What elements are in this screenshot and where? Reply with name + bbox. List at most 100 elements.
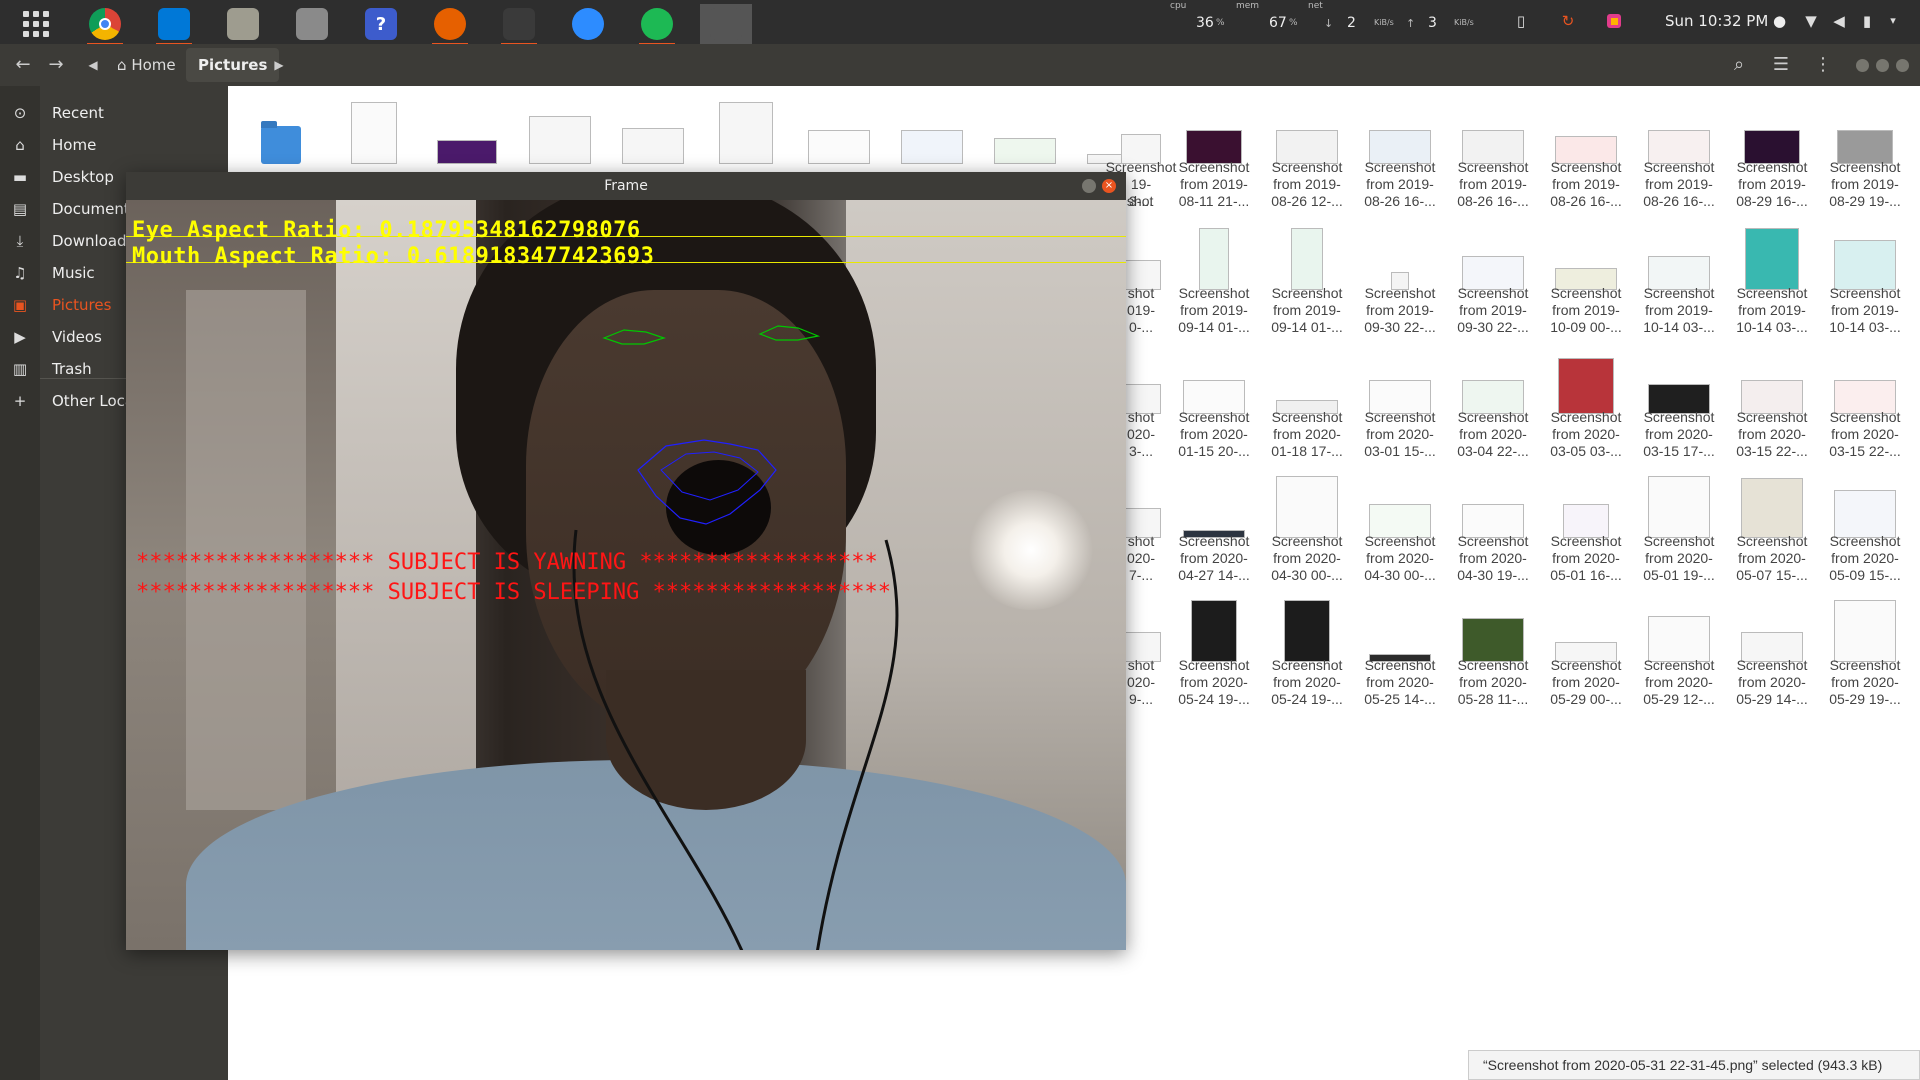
file-name-line: from 2019- (1552, 302, 1620, 318)
file-name: Screenshot from 2019- 10-14 03-... (1633, 285, 1725, 336)
file-name-line: from 2020- (1273, 550, 1341, 566)
file-item[interactable]: Screenshot from 2020- 05-09 15-... (1819, 466, 1911, 584)
file-item[interactable]: Screenshot from 2020- 05-25 14-... (1354, 590, 1446, 708)
file-item[interactable]: Screenshot from 2019- 10-14 03-... (1633, 218, 1725, 336)
file-item[interactable]: Screenshot from 2019- 08-26 16-... (1540, 92, 1632, 210)
file-name-line: Screenshot (1364, 159, 1436, 175)
sidebar-item-home[interactable]: ⌂ Home (0, 130, 228, 160)
search-icon[interactable]: ⌕ (1726, 52, 1752, 78)
file-item[interactable]: Screenshot from 2019- 08-26 16-... (1633, 92, 1725, 210)
back-arrow-icon[interactable]: ← (10, 52, 36, 78)
file-item[interactable]: Screenshot from 2020- 04-30 00-... (1354, 466, 1446, 584)
file-item[interactable]: Screenshot from 2019- 08-26 16-... (1354, 92, 1446, 210)
file-item[interactable]: Screenshot from 2019- 10-14 03-... (1726, 218, 1818, 336)
frame-minimize-button[interactable] (1082, 179, 1096, 193)
file-name-line: 05-24 19-... (1271, 691, 1343, 707)
dock-item[interactable] (148, 4, 200, 46)
battery-icon[interactable]: ▮ (1858, 12, 1876, 30)
file-name-line: 05-01 16-... (1550, 567, 1622, 583)
file-name-line: Screenshot (1643, 409, 1715, 425)
dock-item[interactable] (79, 4, 131, 46)
menu-icon[interactable]: ⋮ (1810, 52, 1836, 78)
file-item[interactable]: Screenshot from 2020- 03-15 17-... (1633, 342, 1725, 460)
file-item[interactable]: Screenshot from 2019- 09-30 22-... (1354, 218, 1446, 336)
dock-item[interactable] (562, 4, 614, 44)
dock-item[interactable] (700, 4, 752, 44)
file-item[interactable]: Screenshot from 2019- 09-30 22-... (1447, 218, 1539, 336)
plus-icon: + (13, 392, 27, 410)
file-item[interactable]: Screenshot from 2020- 05-28 11-... (1447, 590, 1539, 708)
file-item[interactable]: Screenshot from 2019- 08-29 16-... (1726, 92, 1818, 210)
dock-item[interactable] (631, 4, 683, 46)
inner-mouth-contour (660, 451, 759, 501)
clock[interactable]: Sun 10:32 PM ● (1665, 12, 1786, 30)
file-item[interactable]: Screenshot from 2020- 04-30 00-... (1261, 466, 1353, 584)
file-thumbnail (529, 116, 591, 164)
maximize-button[interactable] (1876, 59, 1889, 72)
file-item[interactable]: Screenshot from 2019- 10-09 00-... (1540, 218, 1632, 336)
file-item[interactable]: Screenshot from 2020- 05-29 00-... (1540, 590, 1632, 708)
dock-item[interactable] (493, 4, 545, 46)
app-indicator-icon[interactable] (1605, 12, 1623, 30)
file-item[interactable]: Screenshot from 2020- 05-07 15-... (1726, 466, 1818, 584)
file-item[interactable]: Screenshot from 2020- 05-29 12-... (1633, 590, 1725, 708)
dock-item[interactable]: ? (355, 4, 407, 44)
folder-icon (261, 121, 301, 164)
file-item[interactable]: Screenshot from 2020- 01-18 17-... (1261, 342, 1353, 460)
cpu-unit: % (1216, 18, 1225, 28)
dock-item[interactable] (286, 4, 338, 44)
file-item[interactable]: Screenshot from 2019- 10-14 03-... (1819, 218, 1911, 336)
breadcrumb-home[interactable]: ⌂ Home (105, 48, 188, 82)
file-item[interactable]: Screenshot from 2020- 03-01 15-... (1354, 342, 1446, 460)
frame-window[interactable]: Frame × Eye Aspect Ratio: 0.187953481627… (126, 172, 1126, 950)
file-thumbnail (622, 128, 684, 164)
file-item[interactable]: Screenshot from 2019- 08-29 19-... (1819, 92, 1911, 210)
file-item[interactable]: Screenshot from 2020- 05-01 19-... (1633, 466, 1725, 584)
system-menu-chevron-down-icon[interactable]: ▾ (1884, 12, 1902, 30)
file-item[interactable]: Screenshot from 2020- 05-01 16-... (1540, 466, 1632, 584)
file-name-line: 09-14 01-... (1271, 319, 1343, 335)
file-item[interactable]: Screenshot from 2019- 08-26 16-... (1447, 92, 1539, 210)
download-unit: KiB/s (1374, 18, 1394, 27)
file-name-line: 05-29 12-... (1643, 691, 1715, 707)
spotify-icon (641, 8, 673, 40)
dock-item[interactable] (217, 4, 269, 44)
sidebar-item-recent[interactable]: ⊙ Recent (0, 98, 228, 128)
breadcrumb-scroll-left-icon[interactable]: ◀ (80, 52, 106, 78)
software-center-icon (296, 8, 328, 40)
sleeping-alert-text: ****************** SUBJECT IS SLEEPING *… (136, 580, 891, 605)
file-name-line: 09-30 22-... (1364, 319, 1436, 335)
update-indicator-icon[interactable]: ↻ (1559, 12, 1577, 30)
frame-window-title: Frame (604, 178, 648, 194)
file-item[interactable]: Screenshot from 2020- 03-15 22-... (1819, 342, 1911, 460)
file-thumbnail (1648, 476, 1710, 538)
download-value: 2 (1347, 15, 1356, 31)
file-item[interactable]: Screenshot from 2020- 03-04 22-... (1447, 342, 1539, 460)
dock-item[interactable] (424, 4, 476, 46)
forward-arrow-icon[interactable]: → (43, 52, 69, 78)
file-item[interactable]: Screenshot from 2020- 04-30 19-... (1447, 466, 1539, 584)
close-button[interactable] (1896, 59, 1909, 72)
file-item[interactable]: Screenshot from 2020- 03-15 22-... (1726, 342, 1818, 460)
file-item[interactable]: Screenshot from 2019- 09-14 01-... (1261, 218, 1353, 336)
frame-close-button[interactable]: × (1102, 179, 1116, 193)
view-toggle-icon[interactable]: ☰ (1768, 52, 1794, 78)
frame-window-titlebar[interactable]: Frame × (126, 172, 1126, 200)
phone-indicator-icon[interactable]: ▯ (1512, 12, 1530, 30)
sidebar-item-label: Music (52, 263, 95, 282)
file-item[interactable]: Screenshot from 2020- 05-24 19-... (1261, 590, 1353, 708)
file-thumbnail (437, 140, 497, 164)
minimize-button[interactable] (1856, 59, 1869, 72)
file-name: Screenshot from 2020- 05-25 14-... (1354, 657, 1446, 708)
file-item[interactable]: Screenshot from 2020- 05-29 14-... (1726, 590, 1818, 708)
volume-icon[interactable]: ◀ (1830, 12, 1848, 30)
file-name-line: from 2019- (1273, 302, 1341, 318)
file-item[interactable]: Screenshot from 2019- 08-26 12-... (1261, 92, 1353, 210)
wifi-icon[interactable]: ▼ (1802, 12, 1820, 30)
file-item[interactable]: Screenshot from 2020- 03-05 03-... (1540, 342, 1632, 460)
dock-item[interactable] (10, 4, 62, 44)
file-item[interactable]: Screenshot from 2020- 05-29 19-... (1819, 590, 1911, 708)
file-name-line: Screenshot (1736, 159, 1808, 175)
breadcrumb-scroll-right-icon[interactable]: ▶ (266, 52, 292, 78)
file-thumbnail (1191, 600, 1237, 662)
